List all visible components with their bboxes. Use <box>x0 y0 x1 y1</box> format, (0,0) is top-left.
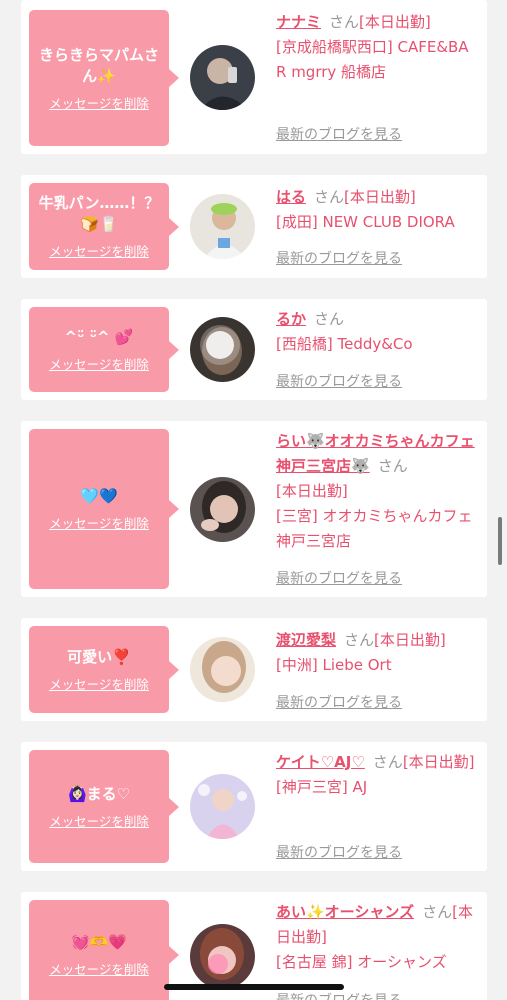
scrollbar[interactable] <box>498 517 502 565</box>
message-bubble: ^ᵕ̈ ᵕ̈^ 💕 メッセージを削除 <box>29 307 179 392</box>
message-card: 可愛い❣️ メッセージを削除 渡辺愛梨 さん[本日出勤] [中洲] Liebe O… <box>21 618 487 721</box>
message-bubble: 牛乳パン……！？🍞🥛 メッセージを削除 <box>29 183 179 270</box>
message-bubble: 🩵💙 メッセージを削除 <box>29 429 179 589</box>
latest-blog-link[interactable]: 最新のブログを見る <box>276 371 402 391</box>
home-indicator[interactable] <box>164 984 344 990</box>
honorific: さん <box>314 310 345 328</box>
delete-message-link[interactable]: メッセージを削除 <box>49 513 149 532</box>
honorific: さん <box>344 631 375 649</box>
shop-name: [成田] NEW CLUB DIORA <box>276 213 455 231</box>
status-badge: [本日出勤] <box>344 188 416 206</box>
avatar[interactable] <box>190 194 255 259</box>
message-card: 🩵💙 メッセージを削除 らい🐺オオカミちゃんカフェ神戸三宮店🐺 さん [本日出勤]… <box>21 421 487 597</box>
avatar[interactable] <box>190 477 255 542</box>
message-text: 🙆🏻‍♀️まる♡ <box>67 784 131 803</box>
status-badge: [本日出勤] <box>276 482 348 500</box>
cast-name-link[interactable]: 渡辺愛梨 <box>276 631 336 649</box>
latest-blog-link[interactable]: 最新のブログを見る <box>276 990 402 1000</box>
message-bubble: きらきらマパムさん✨ メッセージを削除 <box>29 10 179 146</box>
shop-name: [神戸三宮] AJ <box>276 778 368 796</box>
avatar[interactable] <box>190 637 255 702</box>
avatar[interactable] <box>190 317 255 382</box>
cast-name-link[interactable]: ナナミ <box>276 13 321 31</box>
cast-name-link[interactable]: らい🐺オオカミちゃんカフェ神戸三宮店🐺 <box>276 432 475 475</box>
message-bubble: 💓🫶💗 メッセージを削除 <box>29 900 179 1000</box>
honorific: さん <box>422 903 453 921</box>
delete-message-link[interactable]: メッセージを削除 <box>49 959 149 978</box>
delete-message-link[interactable]: メッセージを削除 <box>49 811 149 830</box>
status-badge: [本日出勤] <box>374 631 446 649</box>
cast-name-link[interactable]: あい✨オーシャンズ <box>276 903 414 921</box>
delete-message-link[interactable]: メッセージを削除 <box>49 674 149 693</box>
honorific: さん <box>372 753 403 771</box>
honorific: さん <box>329 13 360 31</box>
message-bubble: 🙆🏻‍♀️まる♡ メッセージを削除 <box>29 750 179 863</box>
shop-name: [名古屋 錦] オーシャンズ <box>276 953 447 971</box>
cast-name-link[interactable]: るか <box>276 310 306 328</box>
message-text: きらきらマパムさん✨ <box>38 45 159 85</box>
cast-name-link[interactable]: ケイト♡AJ♡ <box>276 753 365 771</box>
shop-name: [京成船橋駅西口] CAFE&BAR mgrry 船橋店 <box>276 38 469 81</box>
shop-name: [三宮] オオカミちゃんカフェ神戸三宮店 <box>276 507 473 550</box>
message-text: 💓🫶💗 <box>70 933 128 951</box>
message-card: ^ᵕ̈ ᵕ̈^ 💕 メッセージを削除 るか さん [西船橋] Teddy&Co 最… <box>21 299 487 400</box>
message-text: 牛乳パン……！？🍞🥛 <box>38 194 160 233</box>
latest-blog-link[interactable]: 最新のブログを見る <box>276 842 402 862</box>
delete-message-link[interactable]: メッセージを削除 <box>49 354 149 373</box>
latest-blog-link[interactable]: 最新のブログを見る <box>276 248 402 268</box>
latest-blog-link[interactable]: 最新のブログを見る <box>276 568 402 588</box>
message-text: 🩵💙 <box>80 487 118 505</box>
delete-message-link[interactable]: メッセージを削除 <box>49 241 149 260</box>
message-bubble: 可愛い❣️ メッセージを削除 <box>29 626 179 713</box>
delete-message-link[interactable]: メッセージを削除 <box>49 93 149 112</box>
status-badge: [本日出勤] <box>402 753 475 771</box>
message-text: 可愛い❣️ <box>67 647 131 666</box>
message-card: きらきらマパムさん✨ メッセージを削除 ナナミ さん[本日出勤] [京成船橋駅西口… <box>21 0 487 154</box>
cast-name-link[interactable]: はる <box>276 188 306 206</box>
message-card: 牛乳パン……！？🍞🥛 メッセージを削除 はる さん[本日出勤] [成田] NEW … <box>21 175 487 278</box>
latest-blog-link[interactable]: 最新のブログを見る <box>276 692 402 712</box>
shop-name: [中洲] Liebe Ort <box>276 656 392 674</box>
avatar[interactable] <box>190 924 255 989</box>
honorific: さん <box>314 188 345 206</box>
shop-name: [西船橋] Teddy&Co <box>276 335 413 353</box>
avatar[interactable] <box>190 45 255 110</box>
status-badge: [本日出勤] <box>359 13 431 31</box>
latest-blog-link[interactable]: 最新のブログを見る <box>276 124 402 144</box>
message-card: 🙆🏻‍♀️まる♡ メッセージを削除 ケイト♡AJ♡ さん[本日出勤] [神戸三宮]… <box>21 742 487 871</box>
avatar[interactable] <box>190 774 255 839</box>
message-text: ^ᵕ̈ ᵕ̈^ 💕 <box>64 327 134 346</box>
honorific: さん <box>377 457 408 475</box>
